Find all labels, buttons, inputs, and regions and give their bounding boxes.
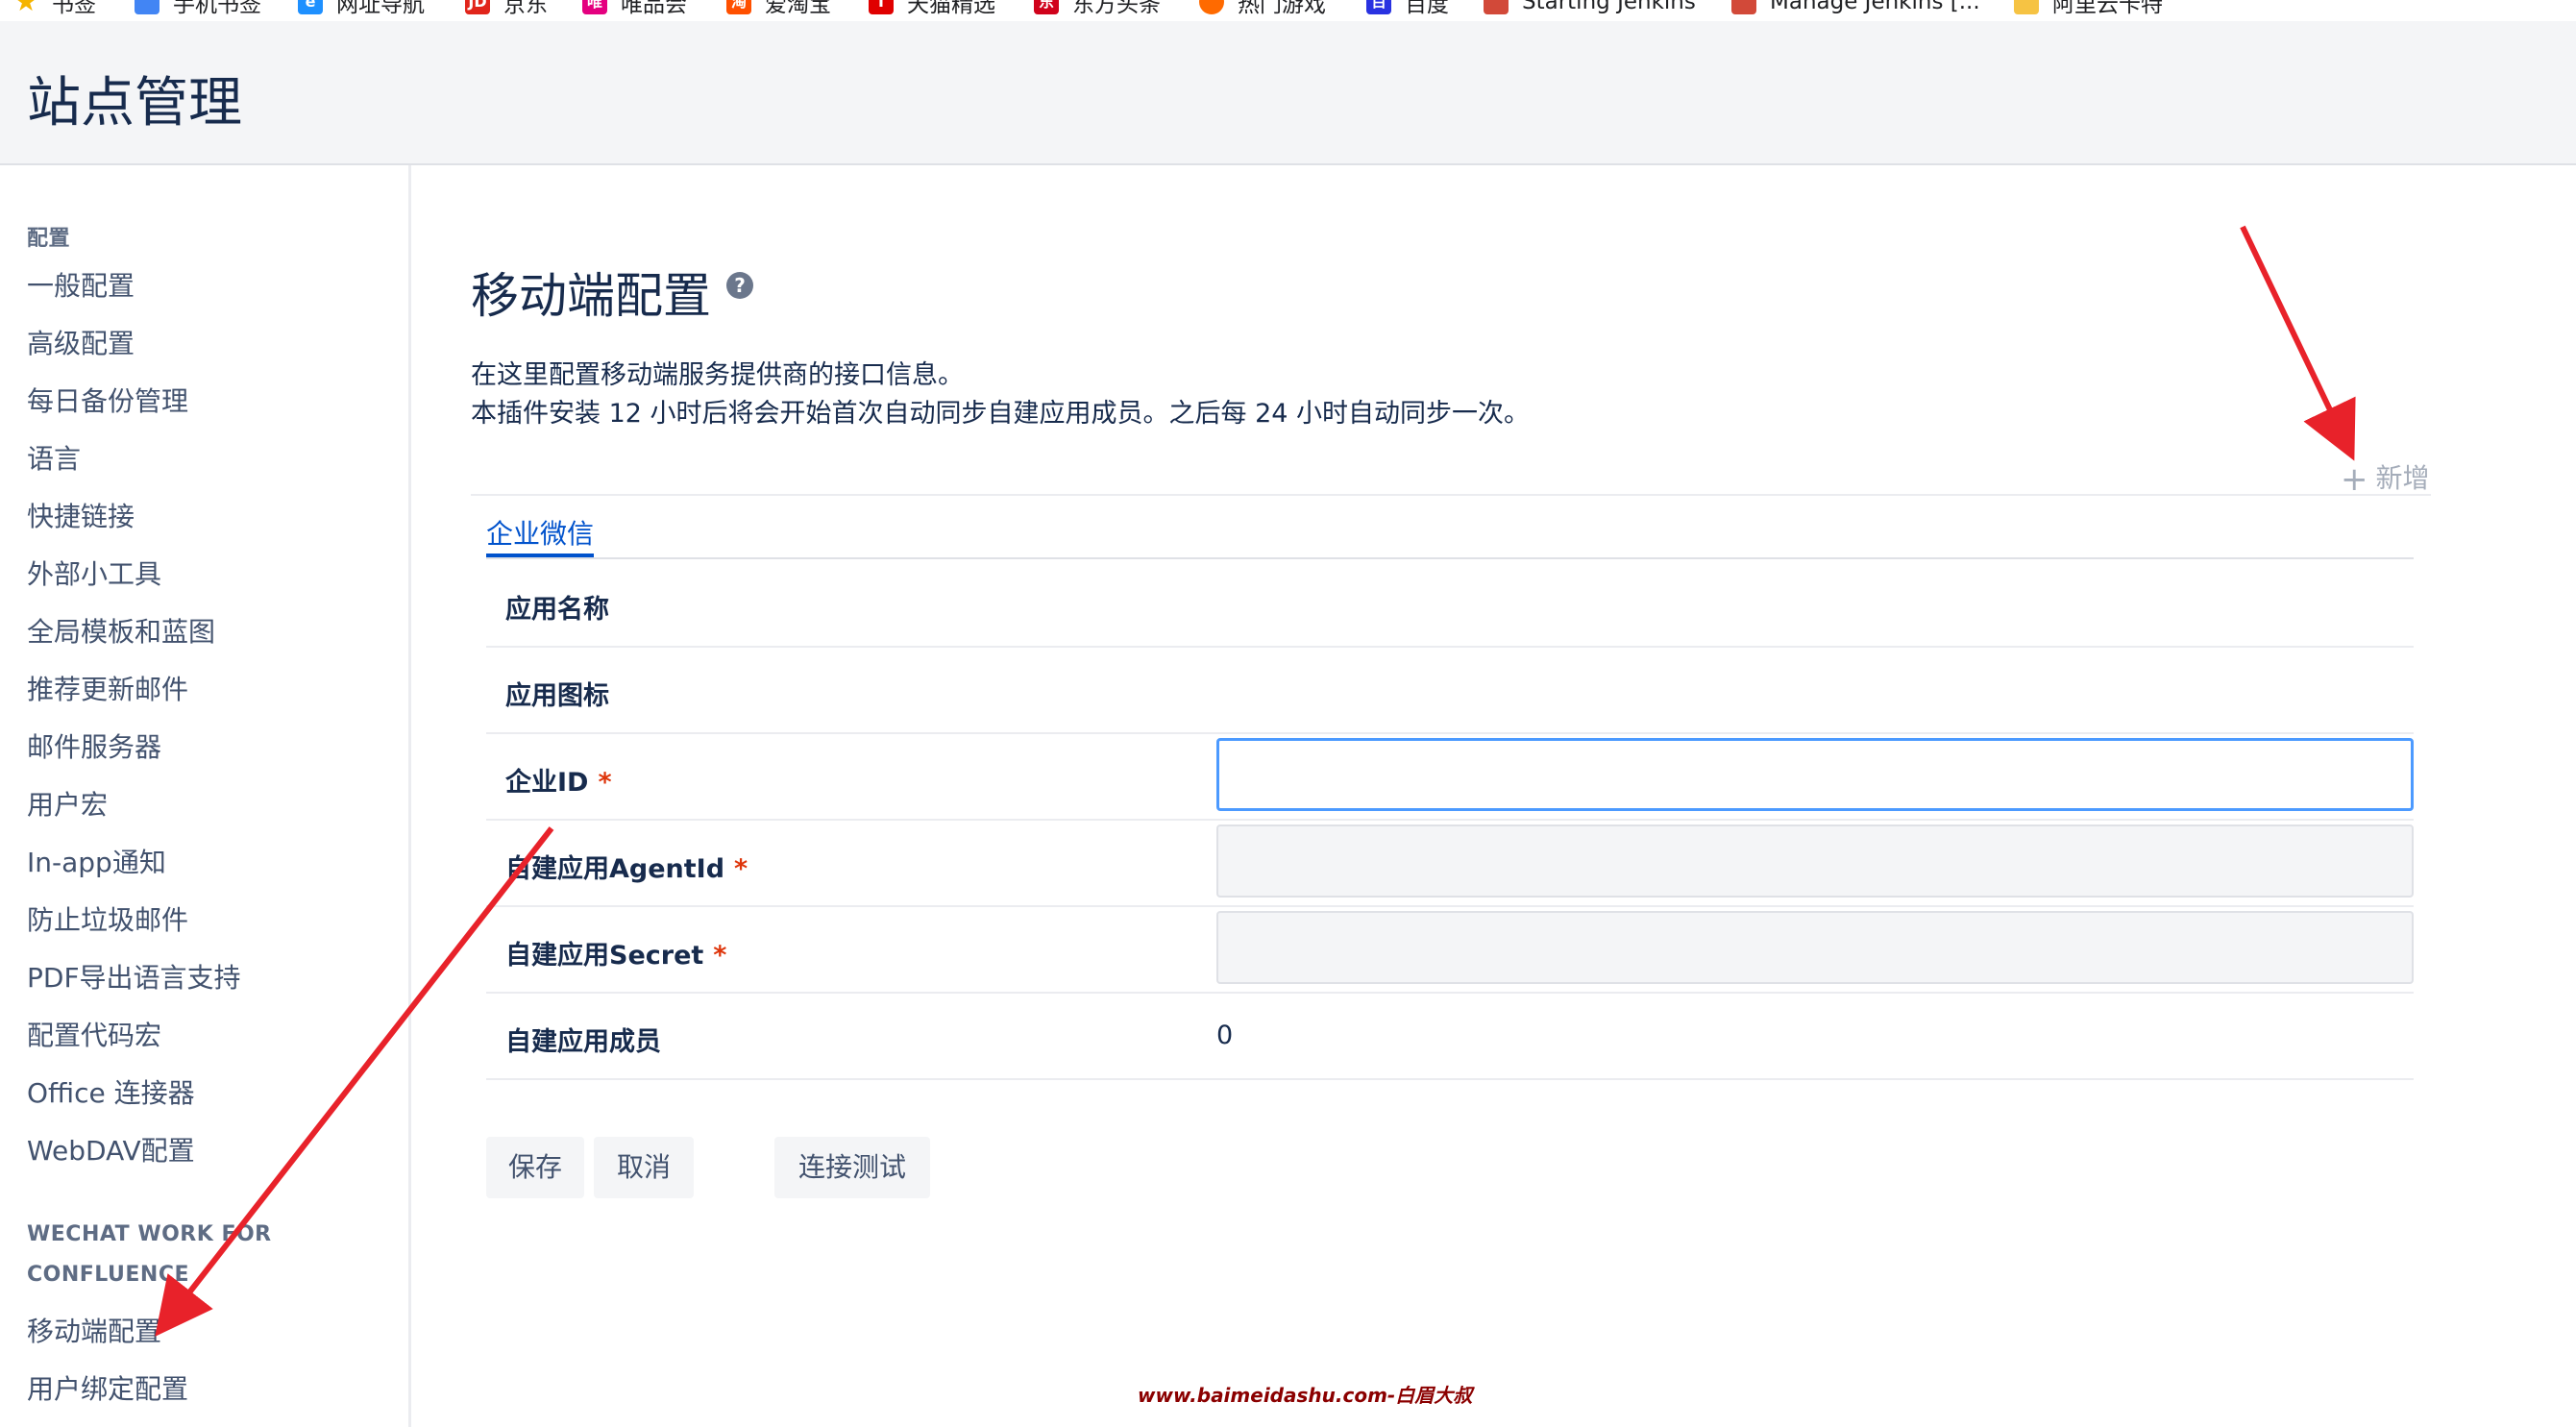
tab-wechat-work[interactable]: 企业微信 (486, 513, 594, 552)
row-divider (486, 905, 2414, 907)
bookmark-item[interactable]: e 网址导航 (298, 0, 425, 17)
row-divider (486, 1078, 2414, 1080)
sidebar-section-wechat: WECHAT WORK FOR (27, 1222, 272, 1246)
bookmark-item[interactable]: 热门游戏 (1199, 0, 1326, 17)
sidebar-item-user-binding[interactable]: 用户绑定配置 (27, 1368, 188, 1407)
required-mark: * (598, 768, 612, 798)
members-count: 0 (1216, 1021, 1234, 1050)
watermark-text: www.baimeidashu.com-白眉大叔 (1138, 1384, 1473, 1407)
secret-label: 自建应用Secret * (505, 941, 727, 971)
bookmark-item[interactable]: 百百度 (1366, 0, 1449, 17)
jd-icon: JD (465, 0, 490, 14)
sidebar-item-pdf-language[interactable]: PDF导出语言支持 (27, 957, 241, 996)
admin-sidebar: 配置 一般配置 高级配置 每日备份管理 语言 快捷链接 外部小工具 全局模板和蓝… (0, 165, 411, 1427)
test-connection-button[interactable]: 连接测试 (774, 1137, 930, 1198)
app-icon-label: 应用图标 (505, 681, 609, 711)
agent-id-input[interactable] (1216, 824, 2414, 898)
required-mark: * (734, 854, 748, 884)
sidebar-section-config: 配置 (27, 227, 71, 251)
description-line-2: 本插件安装 12 小时后将会开始首次自动同步自建应用成员。之后每 24 小时自动… (471, 399, 1531, 429)
corp-id-label: 企业ID * (505, 768, 612, 798)
tmall-icon: T (869, 0, 894, 14)
cancel-button[interactable]: 取消 (594, 1137, 694, 1198)
row-divider (486, 646, 2414, 648)
agent-id-label: 自建应用AgentId * (505, 854, 748, 884)
jenkins-icon (1731, 0, 1756, 14)
corp-id-input[interactable] (1216, 738, 2414, 811)
sidebar-item-shortcut-links[interactable]: 快捷链接 (27, 496, 135, 534)
sidebar-item-office-connector[interactable]: Office 连接器 (27, 1072, 195, 1111)
members-label: 自建应用成员 (505, 1027, 661, 1057)
bookmark-item[interactable]: 东东方头条 (1034, 0, 1161, 17)
sidebar-item-language[interactable]: 语言 (27, 438, 81, 477)
sidebar-item-recommended-updates[interactable]: 推荐更新邮件 (27, 669, 188, 707)
annotation-arrow-add (2240, 225, 2356, 461)
sidebar-item-general[interactable]: 一般配置 (27, 265, 135, 304)
secret-input[interactable] (1216, 911, 2414, 984)
nav-e-icon: e (298, 0, 323, 14)
bookmark-item[interactable]: T 天猫精选 (869, 0, 995, 17)
bookmarks-bar: ★ 书签 手机书签 e 网址导航 JD 京东 唯唯品会 淘爱淘宝 T 天猫精选 东东方头… (0, 0, 2576, 21)
page-title: 站点管理 (27, 72, 242, 135)
jenkins-icon (1484, 0, 1509, 14)
sidebar-item-user-macros[interactable]: 用户宏 (27, 784, 108, 823)
add-button[interactable]: + 新增 (2341, 457, 2430, 499)
help-icon[interactable]: ? (726, 272, 753, 299)
description-line-1: 在这里配置移动端服务提供商的接口信息。 (471, 360, 964, 390)
sidebar-item-webdav[interactable]: WebDAV配置 (27, 1130, 195, 1169)
toutiao-icon: 东 (1034, 0, 1059, 14)
baidu-paw-icon: 百 (1366, 0, 1391, 14)
folder-icon (2014, 0, 2039, 14)
bookmark-item[interactable]: 唯唯品会 (582, 0, 687, 17)
app-name-label: 应用名称 (505, 595, 609, 625)
bookmark-item[interactable]: 淘爱淘宝 (726, 0, 831, 17)
sidebar-item-mail-servers[interactable]: 邮件服务器 (27, 726, 161, 765)
bookmark-item[interactable]: Manage Jenkins [... (1731, 0, 1980, 17)
sidebar-item-mobile-config[interactable]: 移动端配置 (27, 1311, 161, 1349)
sidebar-item-external-gadgets[interactable]: 外部小工具 (27, 554, 161, 592)
sidebar-item-inapp-notifications[interactable]: In-app通知 (27, 842, 166, 880)
required-mark: * (713, 941, 727, 971)
admin-header: 站点管理 (0, 21, 2576, 165)
mobile-bookmark-icon (135, 0, 159, 14)
bookmark-item[interactable]: Starting Jenkins (1484, 0, 1696, 17)
bookmark-item[interactable]: 阿里云卡特 (2014, 0, 2163, 17)
divider (471, 494, 2431, 496)
sidebar-item-global-templates[interactable]: 全局模板和蓝图 (27, 611, 215, 650)
sidebar-section-wechat-line2: CONFLUENCE (27, 1263, 190, 1287)
sidebar-item-spam-prevention[interactable]: 防止垃圾邮件 (27, 899, 188, 938)
section-title: 移动端配置 (471, 268, 711, 324)
row-divider (486, 819, 2414, 821)
row-divider (486, 732, 2414, 734)
game-icon (1199, 0, 1224, 14)
taobao-icon: 淘 (726, 0, 751, 14)
plus-icon: + (2341, 460, 2368, 499)
tab-divider (486, 557, 2414, 559)
bookmark-item[interactable]: ★ 书签 (13, 0, 96, 17)
sidebar-item-code-macro[interactable]: 配置代码宏 (27, 1015, 161, 1053)
bookmark-item[interactable]: 手机书签 (135, 0, 261, 17)
bookmark-item[interactable]: JD 京东 (465, 0, 548, 17)
star-icon: ★ (13, 0, 38, 17)
row-divider (486, 992, 2414, 994)
vip-icon: 唯 (582, 0, 607, 14)
sidebar-item-backup[interactable]: 每日备份管理 (27, 381, 188, 419)
sidebar-item-advanced[interactable]: 高级配置 (27, 323, 135, 361)
save-button[interactable]: 保存 (486, 1137, 584, 1198)
